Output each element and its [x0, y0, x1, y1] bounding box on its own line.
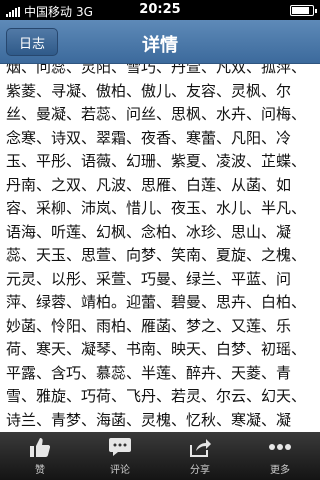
- detail-content[interactable]: 烟、问蕊、灵阳、雪巧、丹萱、凡双、孤萍、紫菱、寻凝、傲柏、傲儿、友容、灵枫、尔丝…: [0, 64, 320, 432]
- tab-like-label: 赞: [35, 465, 45, 476]
- tab-more[interactable]: 更多: [240, 432, 320, 480]
- status-bar: 中国移动 3G 20:25: [0, 0, 320, 20]
- tab-bar: 赞 评论 分享 更多: [0, 432, 320, 480]
- tab-more-label: 更多: [270, 465, 290, 476]
- tab-comment[interactable]: 评论: [80, 432, 160, 480]
- battery-fill: [292, 7, 309, 14]
- page-title: 详情: [142, 35, 178, 56]
- comment-icon: [109, 438, 131, 456]
- clock: 20:25: [139, 2, 181, 17]
- tab-share[interactable]: 分享: [160, 432, 240, 480]
- tab-like[interactable]: 赞: [0, 432, 80, 480]
- tab-share-label: 分享: [190, 465, 210, 476]
- navigation-bar: 日志 详情: [0, 20, 320, 64]
- tab-comment-label: 评论: [110, 465, 130, 476]
- thumbs-up-icon: [30, 438, 51, 457]
- battery-icon: [290, 5, 317, 16]
- article-text: 烟、问蕊、灵阳、雪巧、丹萱、凡双、孤萍、紫菱、寻凝、傲柏、傲儿、友容、灵枫、尔丝…: [6, 64, 307, 429]
- share-icon: [190, 439, 211, 457]
- more-icon: [269, 444, 291, 450]
